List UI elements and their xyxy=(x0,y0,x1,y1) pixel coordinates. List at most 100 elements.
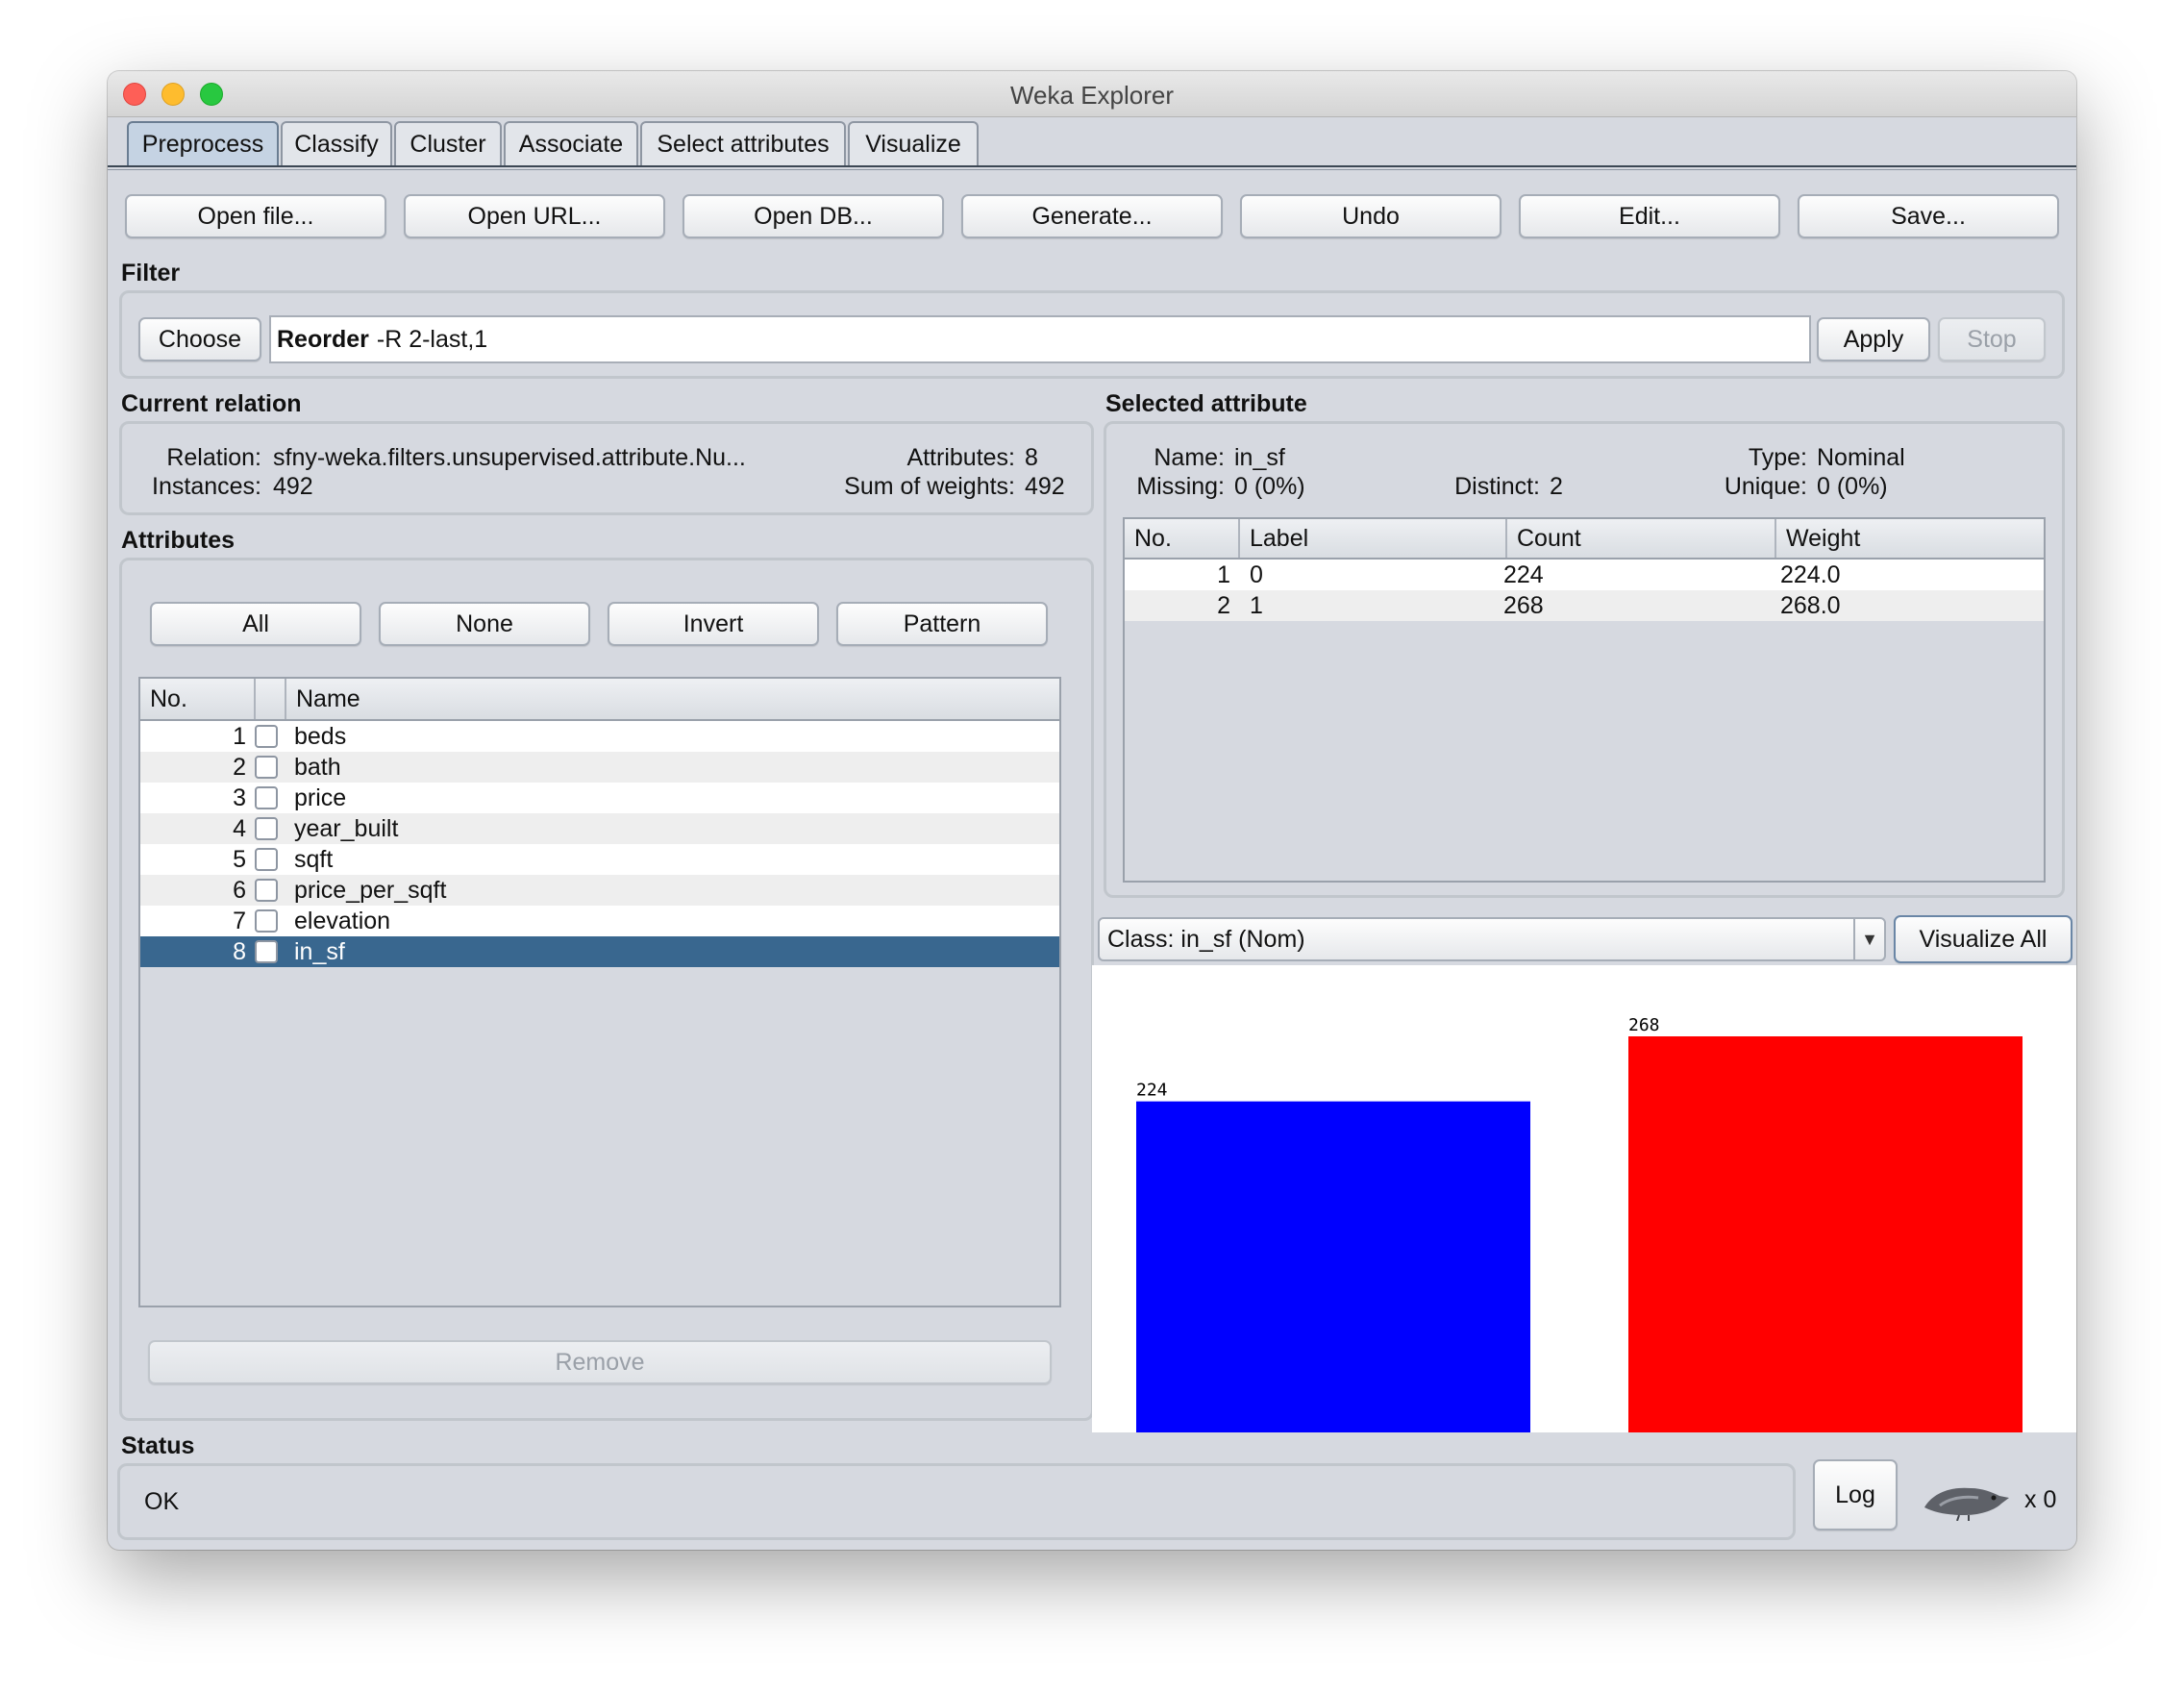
attribute-name: year_built xyxy=(294,814,399,842)
relation-key: Relation: xyxy=(166,444,261,471)
open-file-button[interactable]: Open file... xyxy=(125,194,386,238)
attribute-checkbox[interactable] xyxy=(255,786,278,809)
attribute-checkbox[interactable] xyxy=(255,848,278,871)
label-row-no: 1 xyxy=(1217,560,1230,588)
attribute-no: 8 xyxy=(233,937,246,965)
weka-bird-icon xyxy=(1924,1487,2009,1521)
attribute-checkbox[interactable] xyxy=(255,725,278,748)
status-panel xyxy=(117,1463,1796,1540)
label-row-label: 1 xyxy=(1250,591,1263,619)
attribute-name: price xyxy=(294,784,347,811)
attributes-value: 8 xyxy=(1025,444,1038,471)
attribute-checkbox[interactable] xyxy=(255,879,278,902)
type-key: Type: xyxy=(1748,444,1807,471)
tab-visualize[interactable]: Visualize xyxy=(848,121,979,165)
attribute-name: elevation xyxy=(294,907,391,934)
attribute-row-price_per_sqft[interactable]: 6 price_per_sqft xyxy=(140,875,1059,906)
class-dropdown-value: Class: in_sf (Nom) xyxy=(1107,925,1305,953)
column-checkbox[interactable] xyxy=(256,679,286,719)
attribute-name: bath xyxy=(294,753,341,781)
relation-value: sfny-weka.filters.unsupervised.attribute… xyxy=(273,444,746,471)
distinct-key: Distinct: xyxy=(1454,473,1540,500)
status-text: OK xyxy=(144,1488,180,1515)
stop-button: Stop xyxy=(1938,317,2046,361)
visualize-all-button[interactable]: Visualize All xyxy=(1894,915,2072,963)
label-row-count: 224 xyxy=(1503,560,1544,588)
attribute-checkbox-cell xyxy=(246,725,286,748)
invert-selection-button[interactable]: Invert xyxy=(608,602,819,646)
attribute-no: 6 xyxy=(233,876,246,904)
tab-associate[interactable]: Associate xyxy=(504,121,638,165)
histogram-bar-0 xyxy=(1136,1101,1530,1432)
attribute-no: 1 xyxy=(233,722,246,750)
attributes-label: Attributes xyxy=(121,527,236,554)
histogram-bar-label: 224 xyxy=(1136,1081,1168,1101)
save-button[interactable]: Save... xyxy=(1798,194,2059,238)
attributes-key: Attributes: xyxy=(906,444,1015,471)
missing-key: Missing: xyxy=(1136,473,1225,500)
attribute-row-bath[interactable]: 2 bath xyxy=(140,752,1059,783)
attribute-row-beds[interactable]: 1 beds xyxy=(140,721,1059,752)
attribute-checkbox-cell xyxy=(246,909,286,933)
open-url-button[interactable]: Open URL... xyxy=(404,194,665,238)
attribute-row-in_sf[interactable]: 8 in_sf xyxy=(140,936,1059,967)
generate-button[interactable]: Generate... xyxy=(961,194,1223,238)
select-all-button[interactable]: All xyxy=(150,602,361,646)
status-label: Status xyxy=(121,1432,195,1459)
edit-button[interactable]: Edit... xyxy=(1519,194,1780,238)
labels-table: No. Label Count Weight 1 0 224 224.0 2 1… xyxy=(1123,517,2046,883)
attribute-checkbox-cell xyxy=(246,786,286,809)
attribute-checkbox-cell xyxy=(246,756,286,779)
name-key: Name: xyxy=(1154,444,1225,471)
select-none-button[interactable]: None xyxy=(379,602,590,646)
attribute-row-sqft[interactable]: 5 sqft xyxy=(140,844,1059,875)
labels-table-row[interactable]: 2 1 268 268.0 xyxy=(1125,590,2044,621)
column-no[interactable]: No. xyxy=(140,679,256,719)
unique-key: Unique: xyxy=(1724,473,1807,500)
distinct-value: 2 xyxy=(1550,473,1563,500)
sum-of-weights-value: 492 xyxy=(1025,473,1065,500)
column-label[interactable]: Label xyxy=(1240,519,1507,558)
instances-value: 492 xyxy=(273,473,313,500)
open-db-button[interactable]: Open DB... xyxy=(682,194,944,238)
label-row-count: 268 xyxy=(1503,591,1544,619)
attribute-checkbox-cell xyxy=(246,848,286,871)
column-weight[interactable]: Weight xyxy=(1776,519,2044,558)
attribute-name: in_sf xyxy=(294,937,345,965)
labels-table-row[interactable]: 1 0 224 224.0 xyxy=(1125,560,2044,590)
apply-button[interactable]: Apply xyxy=(1817,317,1930,361)
attributes-list: 1 beds 2 bath 3 price 4 year_built 5 sqft 6 price_p… xyxy=(140,721,1059,967)
column-name[interactable]: Name xyxy=(286,679,1059,719)
filter-field[interactable]: Reorder -R 2-last,1 xyxy=(269,315,1811,363)
tab-select-attributes[interactable]: Select attributes xyxy=(640,121,846,165)
window-title: Weka Explorer xyxy=(1009,81,1175,110)
class-dropdown[interactable]: Class: in_sf (Nom) ▼ xyxy=(1098,917,1886,961)
weka-explorer-window: Weka Explorer Preprocess Classify Cluste… xyxy=(108,71,2076,1550)
column-count[interactable]: Count xyxy=(1507,519,1776,558)
attribute-row-elevation[interactable]: 7 elevation xyxy=(140,906,1059,936)
title-bar: Weka Explorer xyxy=(108,71,2076,117)
undo-button[interactable]: Undo xyxy=(1240,194,1502,238)
attribute-checkbox[interactable] xyxy=(255,909,278,933)
attribute-no: 4 xyxy=(233,814,246,842)
chevron-down-icon[interactable]: ▼ xyxy=(1853,919,1884,959)
tab-preprocess[interactable]: Preprocess xyxy=(127,121,279,165)
attribute-checkbox[interactable] xyxy=(255,940,278,963)
attribute-checkbox-cell xyxy=(246,879,286,902)
tab-cluster[interactable]: Cluster xyxy=(394,121,502,165)
attribute-checkbox-cell xyxy=(246,940,286,963)
attribute-row-year_built[interactable]: 4 year_built xyxy=(140,813,1059,844)
attribute-checkbox[interactable] xyxy=(255,756,278,779)
pattern-button[interactable]: Pattern xyxy=(836,602,1048,646)
filter-label: Filter xyxy=(121,260,181,286)
label-row-weight: 224.0 xyxy=(1780,560,1841,588)
choose-filter-button[interactable]: Choose xyxy=(138,317,261,361)
filter-args: -R 2-last,1 xyxy=(376,325,488,353)
tab-divider xyxy=(108,165,2076,167)
attribute-row-price[interactable]: 3 price xyxy=(140,783,1059,813)
attribute-checkbox[interactable] xyxy=(255,817,278,840)
log-button[interactable]: Log xyxy=(1813,1459,1898,1530)
label-row-no: 2 xyxy=(1217,591,1230,619)
column-label-no[interactable]: No. xyxy=(1125,519,1240,558)
tab-classify[interactable]: Classify xyxy=(281,121,392,165)
